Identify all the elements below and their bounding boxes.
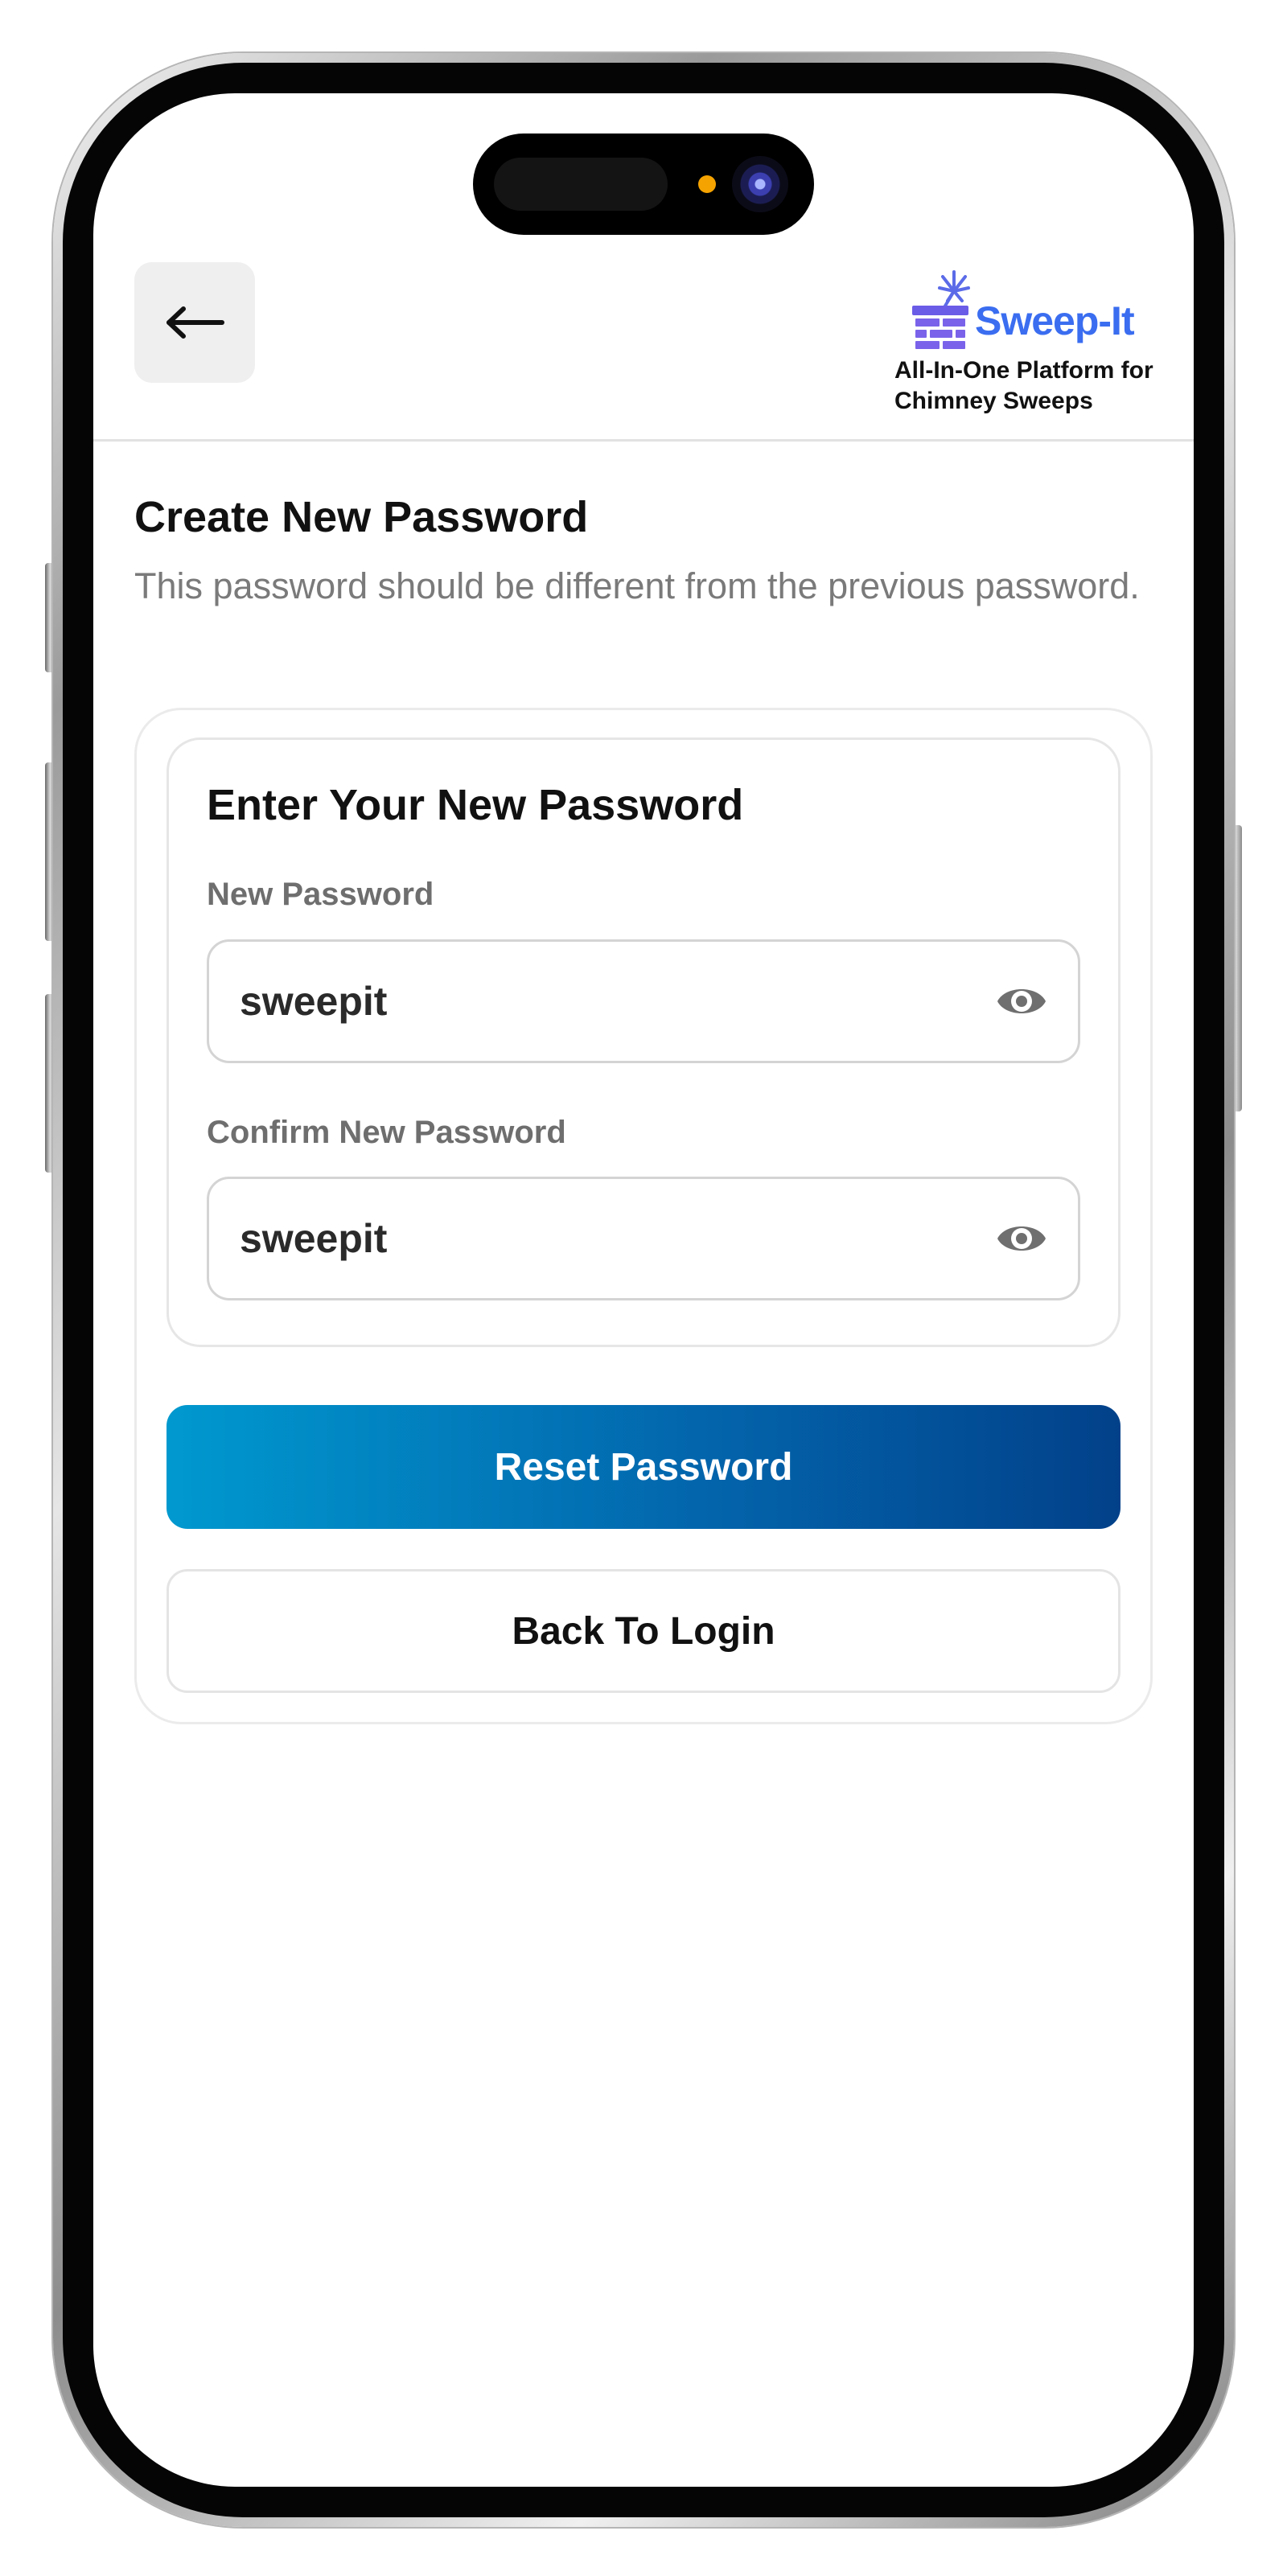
page-title: Create New Password: [134, 493, 589, 541]
confirm-password-input[interactable]: [240, 1179, 948, 1298]
eye-icon[interactable]: [996, 979, 1047, 1024]
confirm-password-field: [207, 1177, 1080, 1300]
new-password-input[interactable]: [240, 942, 948, 1061]
brand-tagline: All-In-One Platform for Chimney Sweeps: [894, 357, 1153, 414]
front-camera: [732, 156, 788, 212]
camera-indicator-dot: [698, 175, 716, 193]
brand-name: Sweep-It: [975, 298, 1135, 343]
form-title: Enter Your New Password: [207, 781, 744, 829]
header-divider: [93, 439, 1194, 442]
reset-password-card: Enter Your New Password New Password Con…: [134, 708, 1153, 1724]
device-mockup: Sweep-It All-In-One Platform for Chimney…: [0, 0, 1287, 2576]
arrow-left-icon: [167, 306, 224, 339]
password-form: Enter Your New Password New Password Con…: [167, 737, 1120, 1347]
page-subtitle: This password should be different from t…: [134, 565, 1140, 606]
back-button[interactable]: [134, 262, 255, 383]
confirm-password-label: Confirm New Password: [207, 1115, 566, 1150]
new-password-field: [207, 939, 1080, 1063]
app-screen: Sweep-It All-In-One Platform for Chimney…: [93, 93, 1194, 2487]
new-password-label: New Password: [207, 877, 434, 912]
island-sensor: [494, 158, 668, 211]
back-to-login-button[interactable]: Back To Login: [167, 1569, 1120, 1693]
dynamic-island: [473, 134, 814, 235]
brand-logo: Sweep-It All-In-One Platform for Chimney…: [894, 269, 1168, 429]
eye-icon[interactable]: [996, 1216, 1047, 1261]
reset-password-button[interactable]: Reset Password: [167, 1405, 1120, 1529]
chimney-brush-icon: [912, 270, 970, 349]
